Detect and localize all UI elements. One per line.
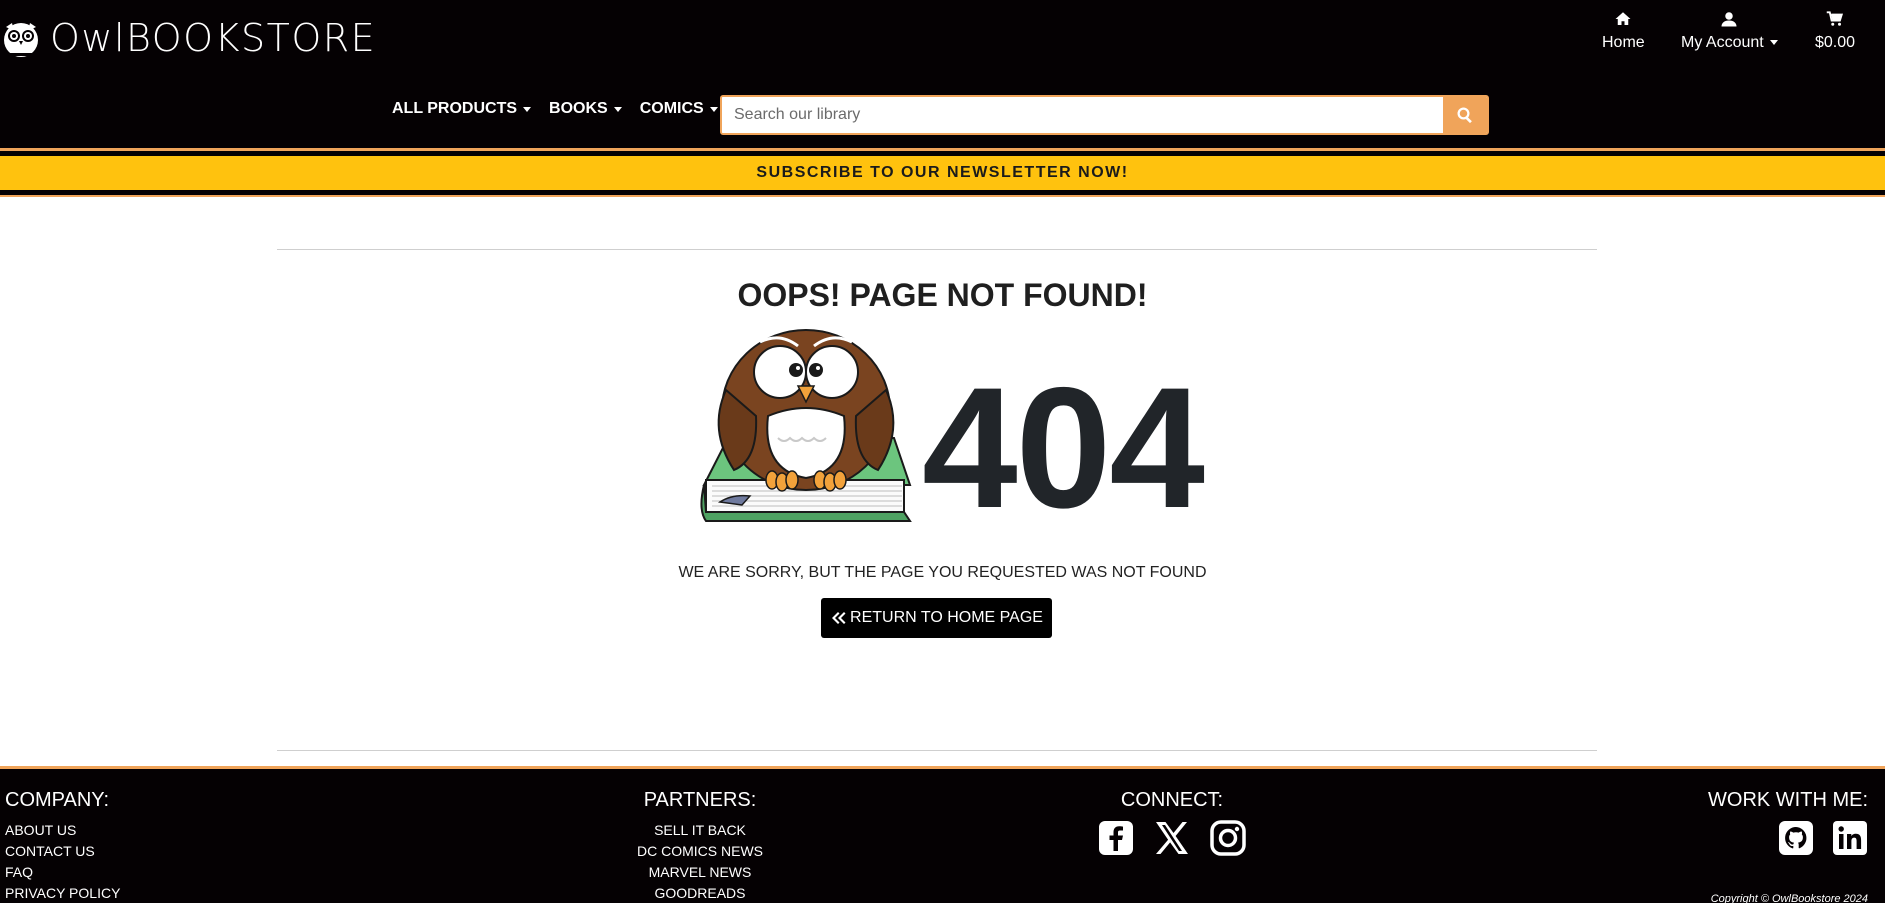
newsletter-banner: SUBSCRIBE TO OUR NEWSLETTER NOW! [0, 151, 1885, 195]
nav-all-products-label: ALL PRODUCTS [392, 100, 518, 117]
nav-books[interactable]: BOOKS [549, 100, 622, 118]
cart-icon [1826, 11, 1844, 26]
footer-partners: PARTNERS: SELL IT BACK DC COMICS NEWS MA… [580, 789, 820, 904]
footer-link-contact-us[interactable]: CONTACT US [5, 841, 120, 862]
footer-company: COMPANY: ABOUT US CONTACT US FAQ PRIVACY… [5, 789, 120, 904]
footer-link-privacy-policy[interactable]: PRIVACY POLICY [5, 883, 120, 904]
site-footer: COMPANY: ABOUT US CONTACT US FAQ PRIVACY… [0, 769, 1885, 905]
footer-link-marvel-news[interactable]: MARVEL NEWS [580, 862, 820, 883]
owl-on-book-illustration [700, 329, 912, 522]
nav-home-label: Home [1602, 34, 1645, 51]
chevron-down-icon [523, 106, 532, 112]
nav-account-label: My Account [1681, 34, 1764, 51]
return-home-label: RETURN TO HOME PAGE [850, 609, 1043, 626]
footer-connect-heading: CONNECT: [1120, 789, 1224, 811]
copyright-text: Copyright © OwlBookstore 2024 [1710, 893, 1868, 905]
error-code: 404 [922, 352, 1205, 544]
nav-cart[interactable]: $0.00 [1815, 10, 1855, 52]
content-divider-top [277, 249, 1597, 250]
content-divider-bottom [277, 750, 1597, 751]
github-icon[interactable] [1778, 820, 1814, 856]
site-header: OwlBOOKSTORE Home My Account $0.00 ALL P… [0, 0, 1885, 148]
brand-name: OwlBOOKSTORE [50, 16, 377, 60]
facebook-icon[interactable] [1098, 820, 1134, 856]
search-input[interactable] [722, 97, 1443, 133]
page-title: OOPS! PAGE NOT FOUND! [737, 277, 1148, 313]
nav-comics-label: COMICS [639, 100, 704, 117]
footer-link-sell-it-back[interactable]: SELL IT BACK [580, 820, 820, 841]
chevron-down-icon [1769, 40, 1778, 46]
main-navigation: ALL PRODUCTS BOOKS COMICS [392, 100, 718, 118]
footer-company-heading: COMPANY: [5, 789, 110, 811]
nav-home[interactable]: Home [1602, 10, 1645, 52]
owl-logo-icon [4, 23, 38, 57]
search-bar [720, 95, 1489, 135]
search-button[interactable] [1443, 97, 1487, 133]
home-icon [1615, 12, 1631, 25]
footer-link-goodreads[interactable]: GOODREADS [580, 883, 820, 904]
cart-total: $0.00 [1815, 34, 1856, 51]
footer-work-with-me: WORK WITH ME: [1708, 789, 1868, 856]
nav-comics[interactable]: COMICS [640, 100, 718, 118]
nav-my-account[interactable]: My Account [1681, 10, 1778, 52]
newsletter-link[interactable]: SUBSCRIBE TO OUR NEWSLETTER NOW! [0, 156, 1885, 190]
banner-divider [0, 195, 1885, 197]
return-home-button[interactable]: RETURN TO HOME PAGE [821, 598, 1052, 638]
double-chevron-left-icon [832, 612, 846, 624]
footer-work-heading: WORK WITH ME: [1708, 789, 1868, 811]
instagram-icon[interactable] [1210, 820, 1246, 856]
chevron-down-icon [709, 106, 718, 112]
chevron-down-icon [613, 106, 622, 112]
footer-connect: CONNECT: [1072, 789, 1272, 856]
nav-books-label: BOOKS [549, 100, 608, 117]
brand-logo[interactable]: OwlBOOKSTORE [0, 16, 376, 60]
nav-all-products[interactable]: ALL PRODUCTS [392, 100, 532, 118]
error-message: WE ARE SORRY, BUT THE PAGE YOU REQUESTED… [678, 564, 1207, 581]
user-icon [1721, 12, 1737, 27]
footer-link-faq[interactable]: FAQ [5, 862, 120, 883]
footer-link-about-us[interactable]: ABOUT US [5, 820, 120, 841]
search-icon [1457, 107, 1472, 124]
footer-link-dc-comics-news[interactable]: DC COMICS NEWS [580, 841, 820, 862]
footer-partners-heading: PARTNERS: [643, 789, 757, 811]
newsletter-text: SUBSCRIBE TO OUR NEWSLETTER NOW! [756, 164, 1129, 181]
linkedin-icon[interactable] [1832, 820, 1868, 856]
x-twitter-icon[interactable] [1154, 820, 1190, 856]
